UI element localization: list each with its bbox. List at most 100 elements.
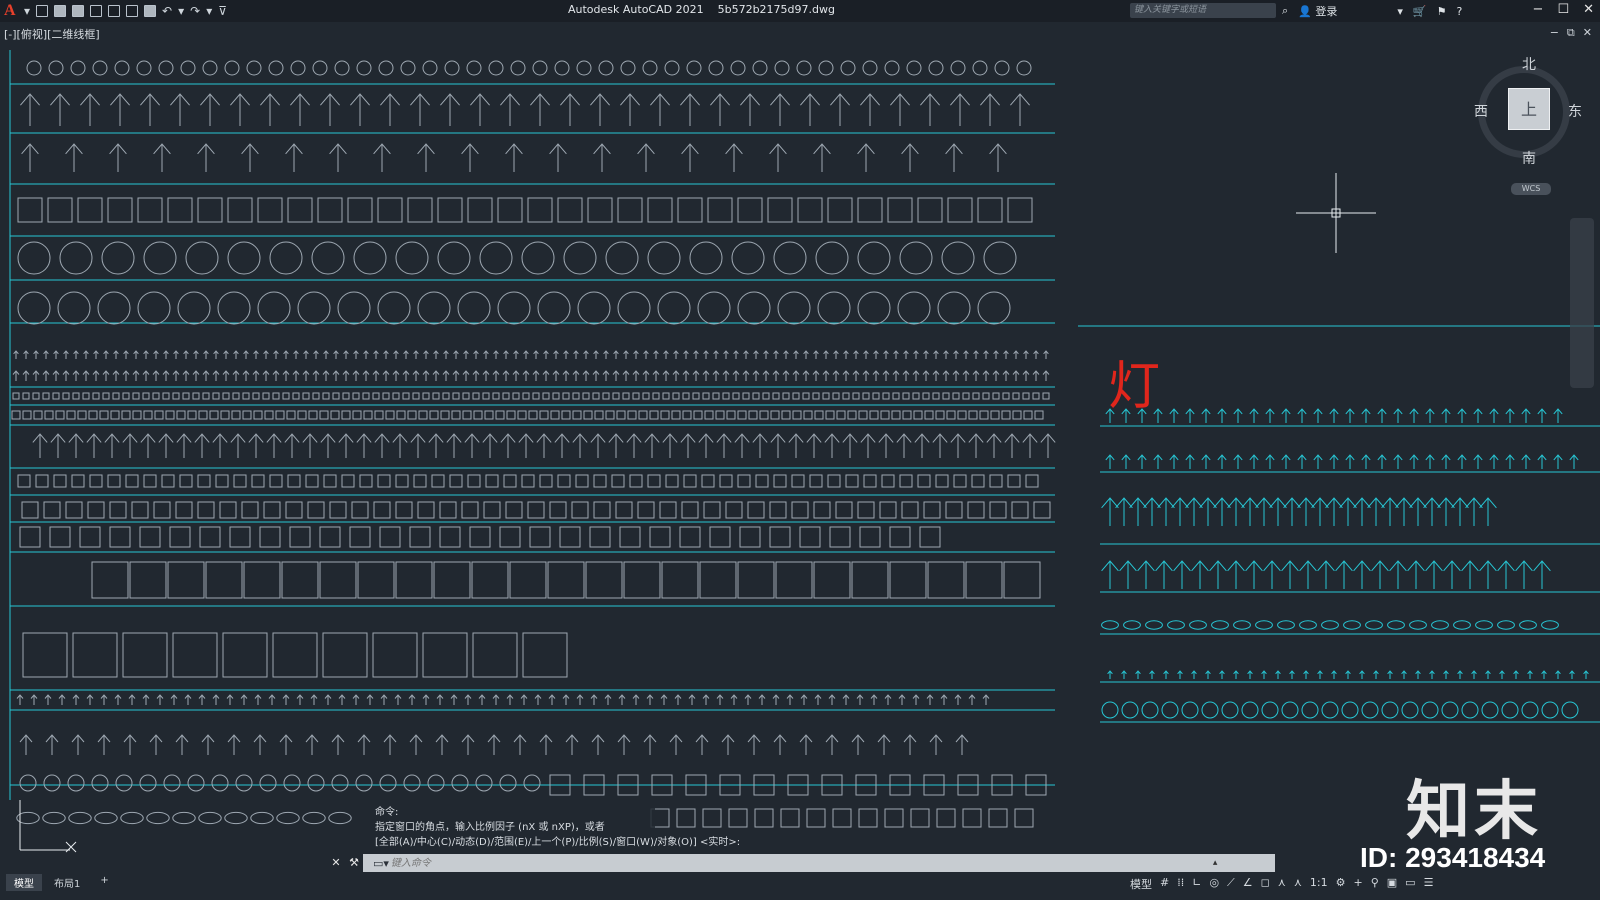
block-symbol [394,694,402,705]
block-symbol [642,60,658,76]
block-symbol [792,370,800,381]
block-symbol [1541,670,1547,679]
tab-model[interactable]: 模型 [6,874,42,891]
block-symbol [484,410,494,420]
add-icon[interactable]: + [1353,876,1362,892]
block-symbol [176,433,192,458]
block-symbol [322,392,330,400]
block-symbol [897,291,931,325]
customize-icon[interactable]: ☰ [1424,876,1434,892]
block-symbol [312,60,328,76]
command-input[interactable] [388,856,1213,870]
block-symbol [791,501,809,519]
block-symbol [132,392,140,400]
block-symbol [906,60,922,76]
clean-screen-icon[interactable]: ▭ [1405,876,1415,892]
block-symbol [536,433,552,458]
block-symbol [442,392,450,400]
drawing-canvas[interactable] [0,0,1600,900]
block-symbol [99,410,109,420]
block-symbol [493,350,499,359]
grid-icon[interactable]: # [1160,876,1169,892]
navigation-bar[interactable] [1570,218,1594,388]
block-symbol [702,694,710,705]
block-symbol [681,501,699,519]
block-symbol [1465,497,1483,526]
block-symbol [673,350,679,359]
block-symbol [952,392,960,400]
block-symbol [1421,701,1439,719]
block-symbol [922,370,930,381]
block-symbol [197,474,211,488]
block-symbol [773,734,787,755]
compass-east[interactable]: 东 [1568,101,1582,121]
tab-layout1[interactable]: 布局1 [46,874,88,891]
block-symbol [587,197,613,223]
block-symbol [42,392,50,400]
block-symbol [503,350,509,359]
block-symbol [629,474,643,488]
block-symbol [1339,497,1357,526]
block-symbol [152,370,160,381]
block-symbol [593,501,611,519]
block-symbol [1353,560,1371,589]
object-snap-icon[interactable]: ◻ [1261,876,1270,892]
compass-north[interactable]: 北 [1522,54,1536,74]
compass-south[interactable]: 南 [1522,148,1536,168]
viewcube-top-face[interactable]: 上 [1508,88,1550,130]
block-symbol [932,433,948,458]
block-symbol [227,197,253,223]
snap-icon[interactable]: ⁞⁞ [1177,876,1184,892]
block-symbol [44,694,52,705]
object-snap-tracking-icon[interactable]: ∠ [1243,876,1253,892]
close-command-line-icon[interactable]: ✕ [327,854,345,872]
ortho-icon[interactable]: ∟ [1192,876,1201,892]
wcs-menu[interactable]: WCS [1511,183,1551,195]
block-symbol [835,501,853,519]
hardware-acceleration-icon[interactable]: ▣ [1387,876,1397,892]
command-history-toggle-icon[interactable]: ▴ [1213,858,1218,868]
annotation-scale[interactable]: 1:1 [1310,876,1328,892]
block-symbol [1473,454,1483,469]
block-symbol [333,350,339,359]
block-symbol [913,410,923,420]
block-symbol [539,474,553,488]
block-symbol [492,370,500,381]
block-symbol [1437,497,1455,526]
block-symbol [49,526,71,548]
compass-west[interactable]: 西 [1474,101,1488,121]
block-symbol [1185,408,1195,423]
block-symbol [213,350,219,359]
block-symbol [289,526,311,548]
block-symbol [533,350,539,359]
isolate-objects-icon[interactable]: ⚲ [1371,876,1379,892]
annotation-visibility-icon[interactable]: ⋏ [1278,876,1286,892]
block-symbol [617,197,643,223]
add-layout-button[interactable]: + [92,874,116,891]
polar-icon[interactable]: ◎ [1209,876,1219,892]
block-symbol [282,694,290,705]
block-symbol [683,474,697,488]
block-symbol [102,370,110,381]
block-symbol [683,350,689,359]
block-symbol [439,501,457,519]
block-symbol [882,370,890,381]
command-prompt-icon[interactable]: ▭▾ [373,857,389,870]
model-space-toggle[interactable]: 模型 [1130,876,1152,892]
block-symbol [241,143,259,172]
isodraft-icon[interactable]: ⟋ [1227,876,1235,892]
block-symbol [734,433,750,458]
block-symbol [1297,454,1307,469]
block-symbol [962,392,970,400]
block-symbol [450,694,458,705]
auto-scale-icon[interactable]: ⋏ [1294,876,1302,892]
block-symbol [968,694,976,705]
workspace-gear-icon[interactable]: ⚙ [1336,876,1346,892]
block-symbol [725,143,743,172]
block-symbol [417,291,451,325]
block-symbol [1281,454,1291,469]
customize-command-icon[interactable]: ⚒ [345,854,363,872]
block-symbol [1409,408,1419,423]
block-symbol [521,474,535,488]
block-symbol [143,241,177,275]
